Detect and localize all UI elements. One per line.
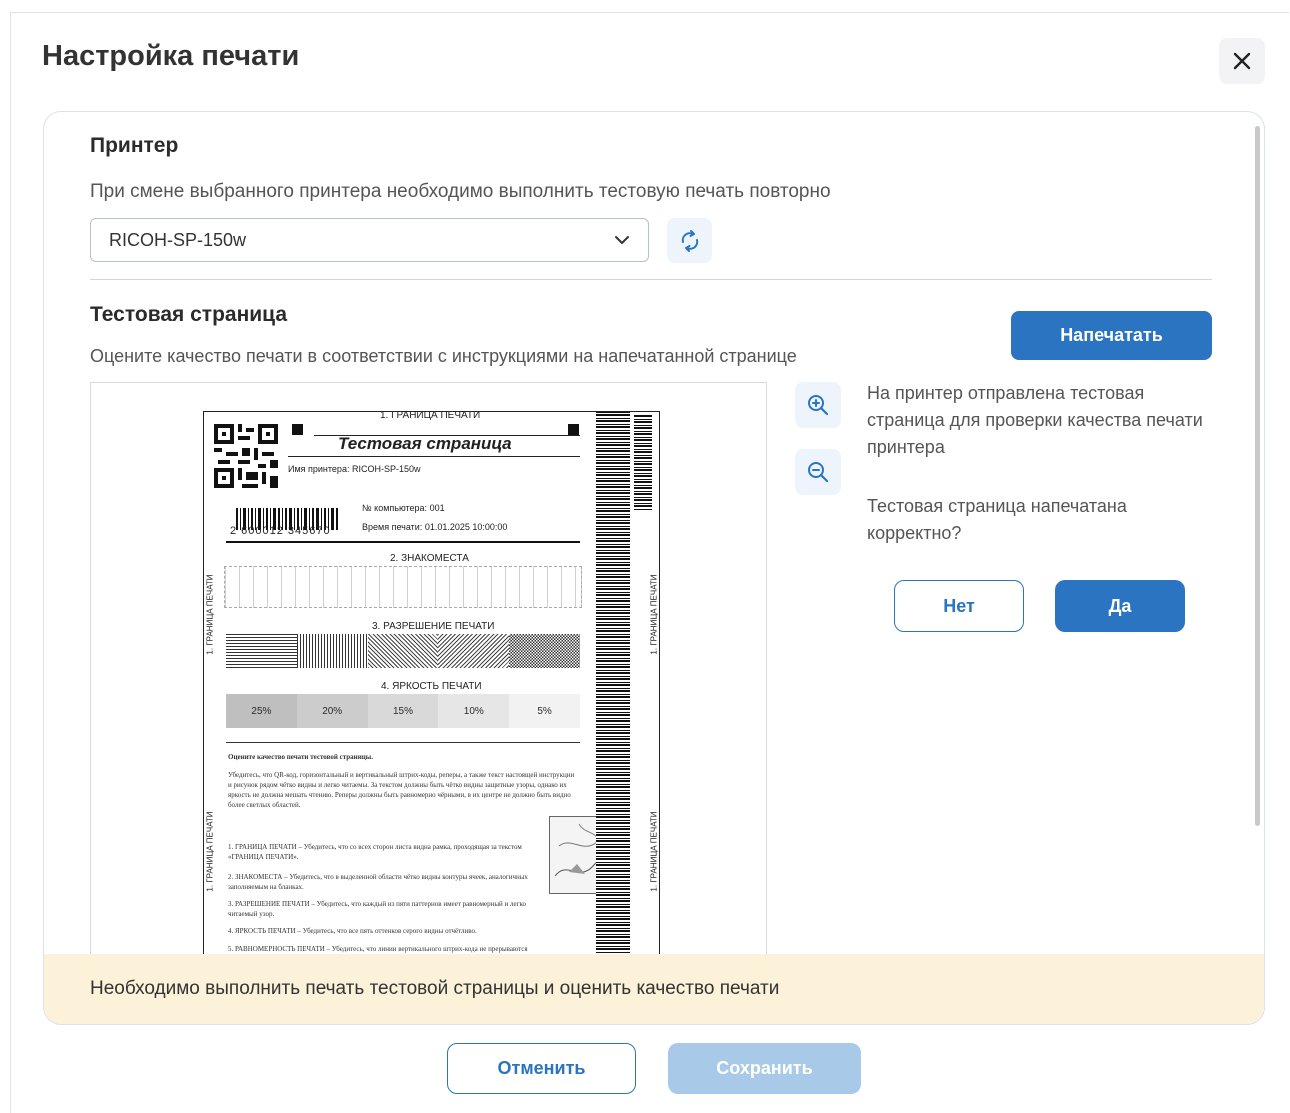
computer-label: № компьютера: — [362, 503, 428, 513]
sheet-border-label-left-2: 1. ГРАНИЦА ПЕЧАТИ — [205, 811, 215, 892]
zoom-out-button[interactable] — [795, 449, 841, 495]
sheet-title-line-top — [314, 435, 580, 436]
no-button[interactable]: Нет — [894, 580, 1024, 632]
cancel-button[interactable]: Отменить — [447, 1043, 636, 1094]
sheet-title-line-bottom — [288, 456, 580, 457]
warning-banner: Необходимо выполнить печать тестовой стр… — [44, 954, 1264, 1024]
brightness-cell: 25% — [226, 694, 297, 728]
print-button[interactable]: Напечатать — [1011, 311, 1212, 360]
section2-label: 2. ЗНАКОМЕСТА — [390, 553, 469, 564]
instruction-item-4: 4. ЯРКОСТЬ ПЕЧАТИ – Убедитесь, что все п… — [228, 927, 477, 935]
test-page-hint: Оцените качество печати в соответствии с… — [90, 346, 797, 366]
sheet-border-label-right-1: 1. ГРАНИЦА ПЕЧАТИ — [649, 574, 659, 655]
resolution-patterns — [226, 634, 580, 668]
zoom-in-icon — [808, 395, 829, 416]
instruction-item-3: 3. РАЗРЕШЕНИЕ ПЕЧАТИ – Убедитесь, что ка… — [228, 900, 527, 918]
printer-name-label: Имя принтера: — [288, 464, 350, 474]
qr-code — [214, 424, 278, 488]
brightness-cell: 10% — [438, 694, 510, 728]
time-value: 01.01.2025 10:00:00 — [424, 522, 508, 532]
brightness-cell: 15% — [367, 694, 439, 728]
test-sent-info: На принтер отправлена тестовая страница … — [867, 383, 1203, 457]
vertical-barcode-top — [634, 414, 652, 510]
barcode-number: 2 600012 345670 — [230, 525, 331, 537]
instructions-separator — [226, 742, 580, 743]
section4-label: 4. ЯРКОСТЬ ПЕЧАТИ — [381, 681, 482, 692]
character-cells — [224, 566, 582, 608]
brightness-cell: 20% — [296, 694, 368, 728]
warning-text: Необходимо выполнить печать тестовой стр… — [90, 978, 780, 999]
close-button[interactable] — [1219, 38, 1265, 84]
vertical-barcode — [596, 412, 630, 971]
chevron-down-icon — [615, 236, 629, 244]
brightness-cell: 5% — [509, 694, 580, 728]
printer-name-value: RICOH-SP-150w — [351, 464, 421, 474]
sheet-border-label-right-2: 1. ГРАНИЦА ПЕЧАТИ — [649, 811, 659, 892]
instruction-item-1: 1. ГРАНИЦА ПЕЧАТИ – Убедитесь, что со вс… — [228, 843, 522, 861]
section-divider — [90, 279, 1212, 280]
computer-value: 001 — [429, 503, 445, 513]
header-separator — [226, 541, 580, 543]
registration-mark-left — [292, 424, 303, 435]
save-button[interactable]: Сохранить — [668, 1043, 861, 1094]
sheet-title: Тестовая страница — [338, 434, 512, 453]
yes-button[interactable]: Да — [1055, 580, 1185, 632]
zoom-in-button[interactable] — [795, 382, 841, 428]
printer-select-value: RICOH-SP-150w — [109, 229, 247, 250]
settings-card: Принтер При смене выбранного принтера не… — [43, 111, 1265, 1025]
zoom-out-icon — [808, 462, 829, 483]
test-sheet: 1. ГРАНИЦА ПЕЧАТИ Тестовая страница Имя … — [203, 410, 660, 971]
time-line: Время печати: 01.01.2025 10:00:00 — [362, 522, 507, 532]
test-page-heading: Тестовая страница — [90, 303, 288, 326]
time-label: Время печати: — [362, 522, 423, 532]
refresh-icon — [681, 229, 698, 252]
instructions-text: Убедитесь, что QR-код, горизонтальный и … — [228, 771, 575, 809]
instruction-item-5: 5. РАВНОМЕРНОСТЬ ПЕЧАТИ – Убедитесь, что… — [228, 945, 528, 953]
sheet-border-label-left-1: 1. ГРАНИЦА ПЕЧАТИ — [205, 574, 215, 655]
scrollbar[interactable] — [1255, 126, 1260, 826]
brightness-scale: 25% 20% 15% 10% 5% — [226, 694, 580, 728]
computer-line: № компьютера: 001 — [362, 503, 445, 513]
instruction-item-2: 2. ЗНАКОМЕСТА – Убедитесь, что в выделен… — [228, 873, 528, 891]
instructions-title: Оцените качество печати тестовой страниц… — [228, 753, 373, 761]
sheet-border-label-top: 1. ГРАНИЦА ПЕЧАТИ — [380, 410, 481, 421]
dialog-title: Настройка печати — [42, 40, 300, 72]
section3-label: 3. РАЗРЕШЕНИЕ ПЕЧАТИ — [372, 621, 495, 632]
registration-mark-right — [568, 424, 579, 435]
test-page-preview[interactable]: 1. ГРАНИЦА ПЕЧАТИ Тестовая страница Имя … — [90, 382, 767, 972]
refresh-printers-button[interactable] — [667, 218, 712, 263]
test-question: Тестовая страница напечатана корректно? — [867, 496, 1127, 543]
close-icon — [1233, 52, 1251, 70]
printer-select[interactable]: RICOH-SP-150w — [90, 218, 649, 262]
printer-hint: При смене выбранного принтера необходимо… — [90, 181, 831, 202]
printer-heading: Принтер — [90, 134, 179, 157]
printer-name-line: Имя принтера: RICOH-SP-150w — [288, 464, 420, 474]
